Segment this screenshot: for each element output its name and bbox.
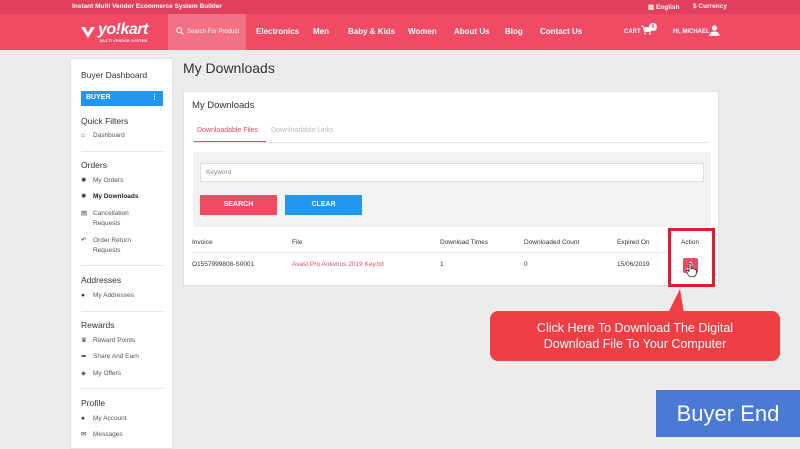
column-header-invoice: Invoice [192, 239, 213, 246]
column-header-expired-on: Expired On [617, 239, 650, 246]
logo-subtitle: MULTI VENDOR SYSTEM [100, 39, 148, 43]
nav-blog[interactable]: Blog [505, 27, 523, 36]
user-icon: ● [81, 415, 85, 422]
section-rewards: Rewards [81, 320, 115, 330]
sidebar-item-dashboard[interactable]: ⌂ Dashboard [81, 131, 169, 141]
section-profile: Profile [81, 398, 106, 408]
sidebar-item-messages[interactable]: ✉ Messages [81, 430, 169, 440]
divider [81, 265, 163, 266]
column-header-download-times: Download Times [440, 239, 489, 246]
gear-icon: ✺ [81, 193, 87, 200]
cell-file-link[interactable]: Avast Pro Antivirus 2019 Key.txt [292, 261, 384, 268]
buyer-role-button[interactable]: BUYER ⋮ [81, 91, 163, 106]
page-title: My Downloads [183, 60, 275, 76]
home-icon: ⌂ [81, 132, 85, 139]
currency-selector[interactable]: $ Currency [693, 3, 727, 10]
nav-electronics[interactable]: Electronics [256, 27, 299, 36]
clear-button[interactable]: CLEAR [285, 195, 362, 215]
top-bar: Instant Multi Vendor Ecommerce System Bu… [0, 0, 800, 14]
gear-icon: ✺ [81, 177, 87, 184]
divider [81, 311, 163, 312]
search-for-product-tab[interactable]: Search For Product [168, 14, 246, 50]
sidebar-item-my-downloads[interactable]: ✺ My Downloads [81, 192, 169, 202]
search-button[interactable]: SEARCH [200, 195, 277, 215]
callout-line-1: Click Here To Download The Digital [536, 321, 734, 335]
hand-cursor-icon [686, 263, 697, 277]
search-icon [176, 27, 184, 35]
sidebar-item-my-orders[interactable]: ✺ My Orders [81, 176, 169, 186]
cell-downloaded-count: 0 [524, 261, 528, 268]
section-quick-filters: Quick Filters [81, 116, 129, 126]
sidebar-item-cancellation-requests[interactable]: ▤ Cancellation Requests [81, 209, 169, 229]
buyer-end-badge: Buyer End [656, 390, 800, 437]
sidebar-item-my-addresses[interactable]: ● My Addresses [81, 291, 169, 301]
user-greeting[interactable]: HI, MICHAEL [673, 29, 710, 35]
cart-label[interactable]: CART [624, 29, 641, 35]
table-header-divider [192, 252, 666, 253]
nav-men[interactable]: Men [313, 27, 329, 36]
tab-downloadable-files[interactable]: Downloadable Files [197, 127, 258, 134]
language-selector[interactable]: ▤ English [648, 3, 679, 11]
file-icon: ▤ [81, 210, 88, 217]
column-header-downloaded-count: Downloaded Count [524, 239, 580, 246]
trophy-icon: ♛ [81, 337, 87, 344]
share-icon: ➦ [81, 353, 87, 360]
keyword-input[interactable]: Keyword [200, 163, 704, 182]
column-header-file: File [292, 239, 303, 246]
instruction-callout: Click Here To Download The Digital Downl… [490, 311, 780, 361]
tag-icon: ◈ [81, 370, 86, 377]
callout-line-2: Download File To Your Computer [543, 337, 727, 351]
envelope-icon: ✉ [81, 431, 87, 438]
user-icon: ● [81, 292, 85, 299]
undo-icon: ↶ [81, 237, 87, 244]
section-orders: Orders [81, 160, 107, 170]
tagline: Instant Multi Vendor Ecommerce System Bu… [72, 3, 222, 10]
sidebar-item-my-account[interactable]: ● My Account [81, 414, 169, 424]
cell-invoice: O1557999808-S0001 [192, 261, 255, 268]
section-addresses: Addresses [81, 275, 122, 285]
cell-expired-on: 15/06/2019 [617, 261, 650, 268]
nav-about-us[interactable]: About Us [454, 27, 490, 36]
divider [81, 151, 163, 152]
nav-women[interactable]: Women [408, 27, 437, 36]
logo-text: yo!kart [98, 21, 148, 38]
sidebar-item-reward-points[interactable]: ♛ Reward Points [81, 336, 169, 346]
user-icon[interactable] [709, 25, 720, 36]
search-for-product-label: Search For Product [187, 29, 240, 35]
logo[interactable]: yo!kart MULTI VENDOR SYSTEM [78, 21, 158, 44]
nav-baby-kids[interactable]: Baby & Kids [348, 27, 395, 36]
cart-count-badge: 0 [649, 23, 657, 31]
sidebar: Buyer Dashboard BUYER ⋮ Quick Filters ⌂ D… [70, 58, 173, 449]
tabs-divider [194, 142, 710, 143]
divider [81, 388, 163, 389]
logo-mark-icon [81, 27, 95, 38]
main-header: yo!kart MULTI VENDOR SYSTEM Search For P… [0, 14, 800, 50]
tab-downloadable-links[interactable]: Downloadable Links [271, 127, 334, 134]
cell-download-times: 1 [440, 261, 444, 268]
panel-title: My Downloads [192, 100, 255, 111]
sidebar-item-my-offers[interactable]: ◈ My Offers [81, 369, 169, 379]
more-vertical-icon[interactable]: ⋮ [151, 93, 158, 101]
sidebar-item-share-and-earn[interactable]: ➦ Share And Earn [81, 352, 169, 362]
downloads-panel: My Downloads Downloadable Files Download… [183, 91, 719, 286]
buyer-role-label: BUYER [86, 94, 111, 101]
sidebar-item-order-return-requests[interactable]: ↶ Order Return Requests [81, 236, 169, 256]
nav-contact-us[interactable]: Contact Us [540, 27, 582, 36]
sidebar-title: Buyer Dashboard [81, 70, 148, 80]
